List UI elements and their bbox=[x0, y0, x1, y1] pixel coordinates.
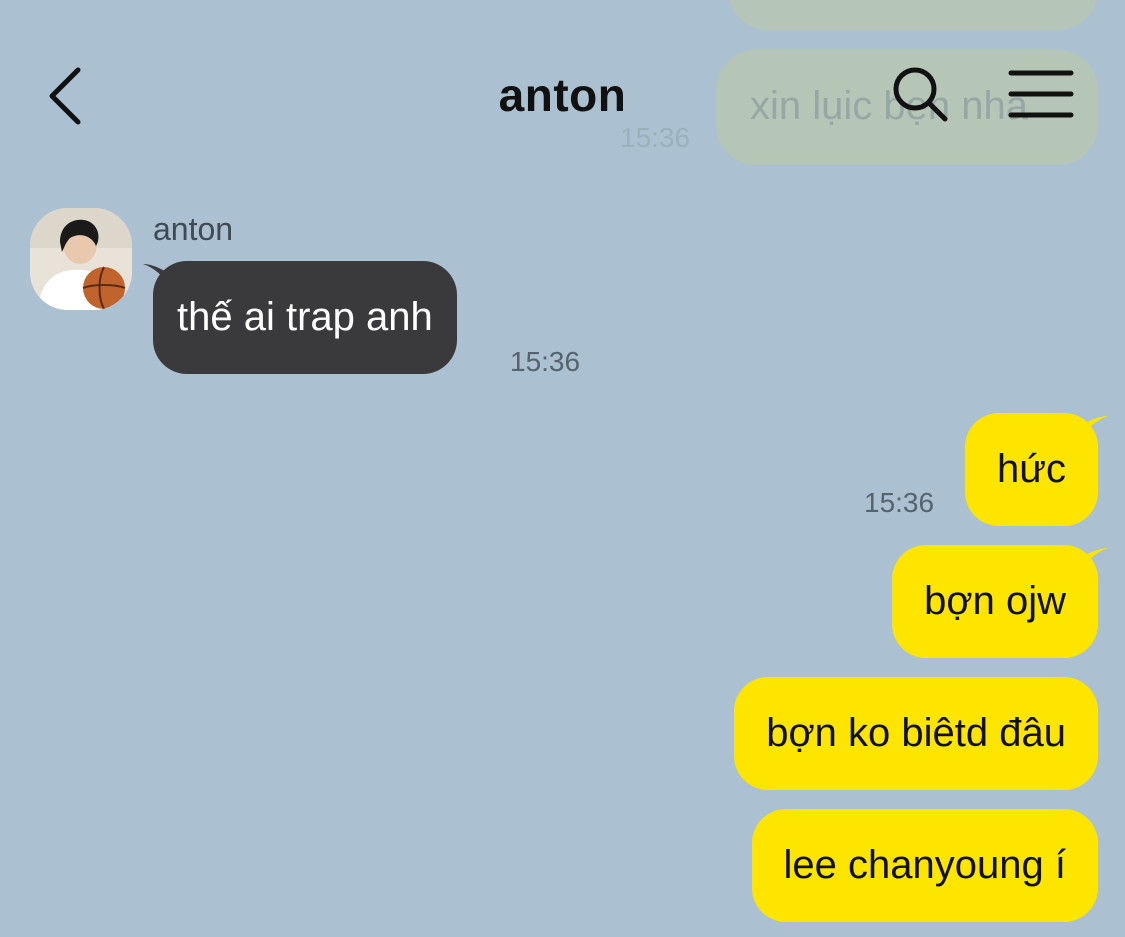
search-icon bbox=[893, 67, 948, 122]
outgoing-message-bubble[interactable]: bợn ojw bbox=[892, 545, 1098, 658]
chat-title: anton bbox=[498, 69, 627, 121]
chat-screen: xin lụic bẹn nha 15:36 anton anton thế a… bbox=[0, 0, 1125, 937]
faded-message-bubble bbox=[728, 0, 1098, 30]
menu-button[interactable] bbox=[1008, 68, 1074, 120]
message-timestamp: 15:36 bbox=[510, 346, 581, 377]
search-button[interactable] bbox=[890, 64, 950, 124]
avatar[interactable] bbox=[30, 208, 132, 310]
sender-name: anton bbox=[153, 211, 234, 247]
profile-photo bbox=[30, 208, 132, 310]
outgoing-message-bubble[interactable]: bợn ko biêtd đâu bbox=[734, 677, 1098, 790]
outgoing-message-bubble[interactable]: hức bbox=[964, 413, 1098, 526]
hamburger-menu-icon bbox=[1008, 70, 1074, 118]
chat-header: anton bbox=[0, 40, 1125, 150]
incoming-message-bubble[interactable]: thế ai trap anh bbox=[153, 261, 457, 374]
outgoing-message-bubble[interactable]: lee chanyoung í bbox=[751, 809, 1098, 922]
message-timestamp: 15:36 bbox=[864, 487, 935, 518]
